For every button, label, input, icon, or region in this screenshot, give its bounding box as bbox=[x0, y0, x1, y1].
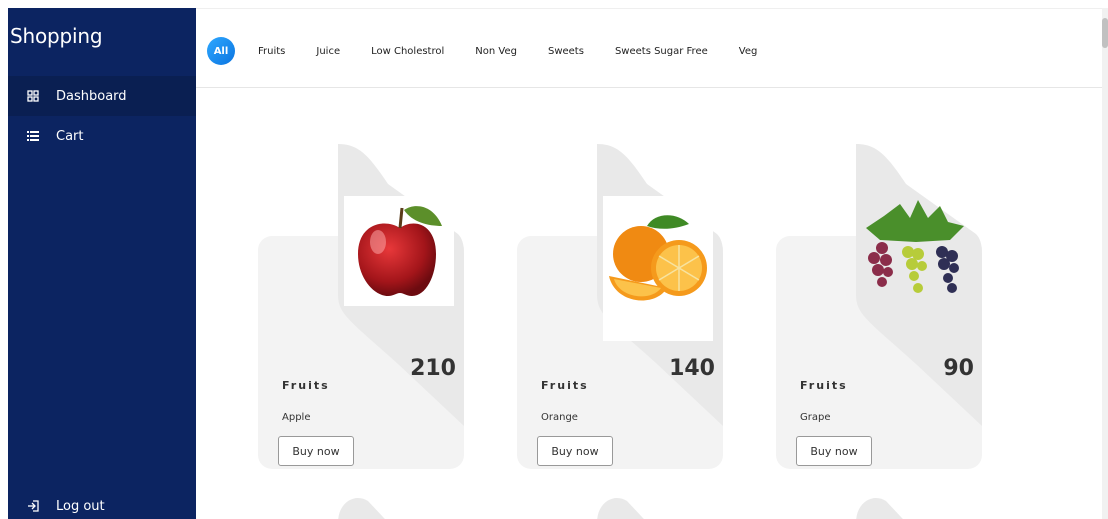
list-icon bbox=[26, 129, 40, 143]
product-name: Grape bbox=[800, 412, 831, 423]
category-tabs: All Fruits Juice Low Cholestrol Non Veg … bbox=[207, 37, 788, 65]
scrollbar-thumb[interactable] bbox=[1102, 18, 1108, 48]
product-price: 210 bbox=[410, 356, 456, 381]
product-image-apple bbox=[344, 196, 454, 306]
buy-now-button[interactable]: Buy now bbox=[278, 436, 354, 466]
product-card: 210 Fruits Apple Buy now bbox=[258, 144, 464, 474]
product-image-orange bbox=[603, 196, 713, 341]
sidebar-item-dashboard[interactable]: Dashboard bbox=[8, 76, 196, 116]
sidebar-item-label: Dashboard bbox=[56, 88, 127, 104]
vertical-scrollbar[interactable] bbox=[1102, 8, 1108, 519]
logout-icon bbox=[26, 499, 40, 513]
card-panel-peek bbox=[597, 497, 644, 519]
tab-juice[interactable]: Juice bbox=[316, 46, 340, 57]
tab-sweets[interactable]: Sweets bbox=[548, 46, 584, 57]
logout-button[interactable]: Log out bbox=[8, 491, 196, 519]
product-category: Fruits bbox=[800, 379, 848, 392]
grid-icon bbox=[26, 89, 40, 103]
card-panel-peek bbox=[338, 497, 385, 519]
product-card: 140 Fruits Orange Buy now bbox=[517, 144, 723, 474]
product-price: 140 bbox=[669, 356, 715, 381]
brand-title: Shopping bbox=[10, 24, 103, 48]
product-name: Orange bbox=[541, 412, 578, 423]
product-category: Fruits bbox=[541, 379, 589, 392]
product-name: Apple bbox=[282, 412, 311, 423]
product-image-grape bbox=[856, 196, 966, 306]
buy-now-button[interactable]: Buy now bbox=[796, 436, 872, 466]
sidebar: Shopping Dashboard Cart Log out bbox=[8, 8, 196, 519]
logout-label: Log out bbox=[56, 498, 105, 514]
sidebar-item-label: Cart bbox=[56, 128, 84, 144]
tab-low-cholestrol[interactable]: Low Cholestrol bbox=[371, 46, 444, 57]
product-card: 90 Fruits Grape Buy now bbox=[776, 144, 982, 474]
product-category: Fruits bbox=[282, 379, 330, 392]
sidebar-item-cart[interactable]: Cart bbox=[8, 116, 196, 156]
tab-non-veg[interactable]: Non Veg bbox=[475, 46, 517, 57]
card-panel-peek bbox=[856, 497, 903, 519]
tab-fruits[interactable]: Fruits bbox=[258, 46, 285, 57]
tab-sweets-sugar-free[interactable]: Sweets Sugar Free bbox=[615, 46, 708, 57]
tab-veg[interactable]: Veg bbox=[739, 46, 758, 57]
product-price: 90 bbox=[943, 356, 974, 381]
app-frame: Shopping Dashboard Cart Log out All Frui… bbox=[8, 8, 1108, 519]
main-content: All Fruits Juice Low Cholestrol Non Veg … bbox=[196, 8, 1108, 519]
tab-all[interactable]: All bbox=[207, 37, 235, 65]
buy-now-button[interactable]: Buy now bbox=[537, 436, 613, 466]
category-bar: All Fruits Juice Low Cholestrol Non Veg … bbox=[196, 8, 1102, 88]
